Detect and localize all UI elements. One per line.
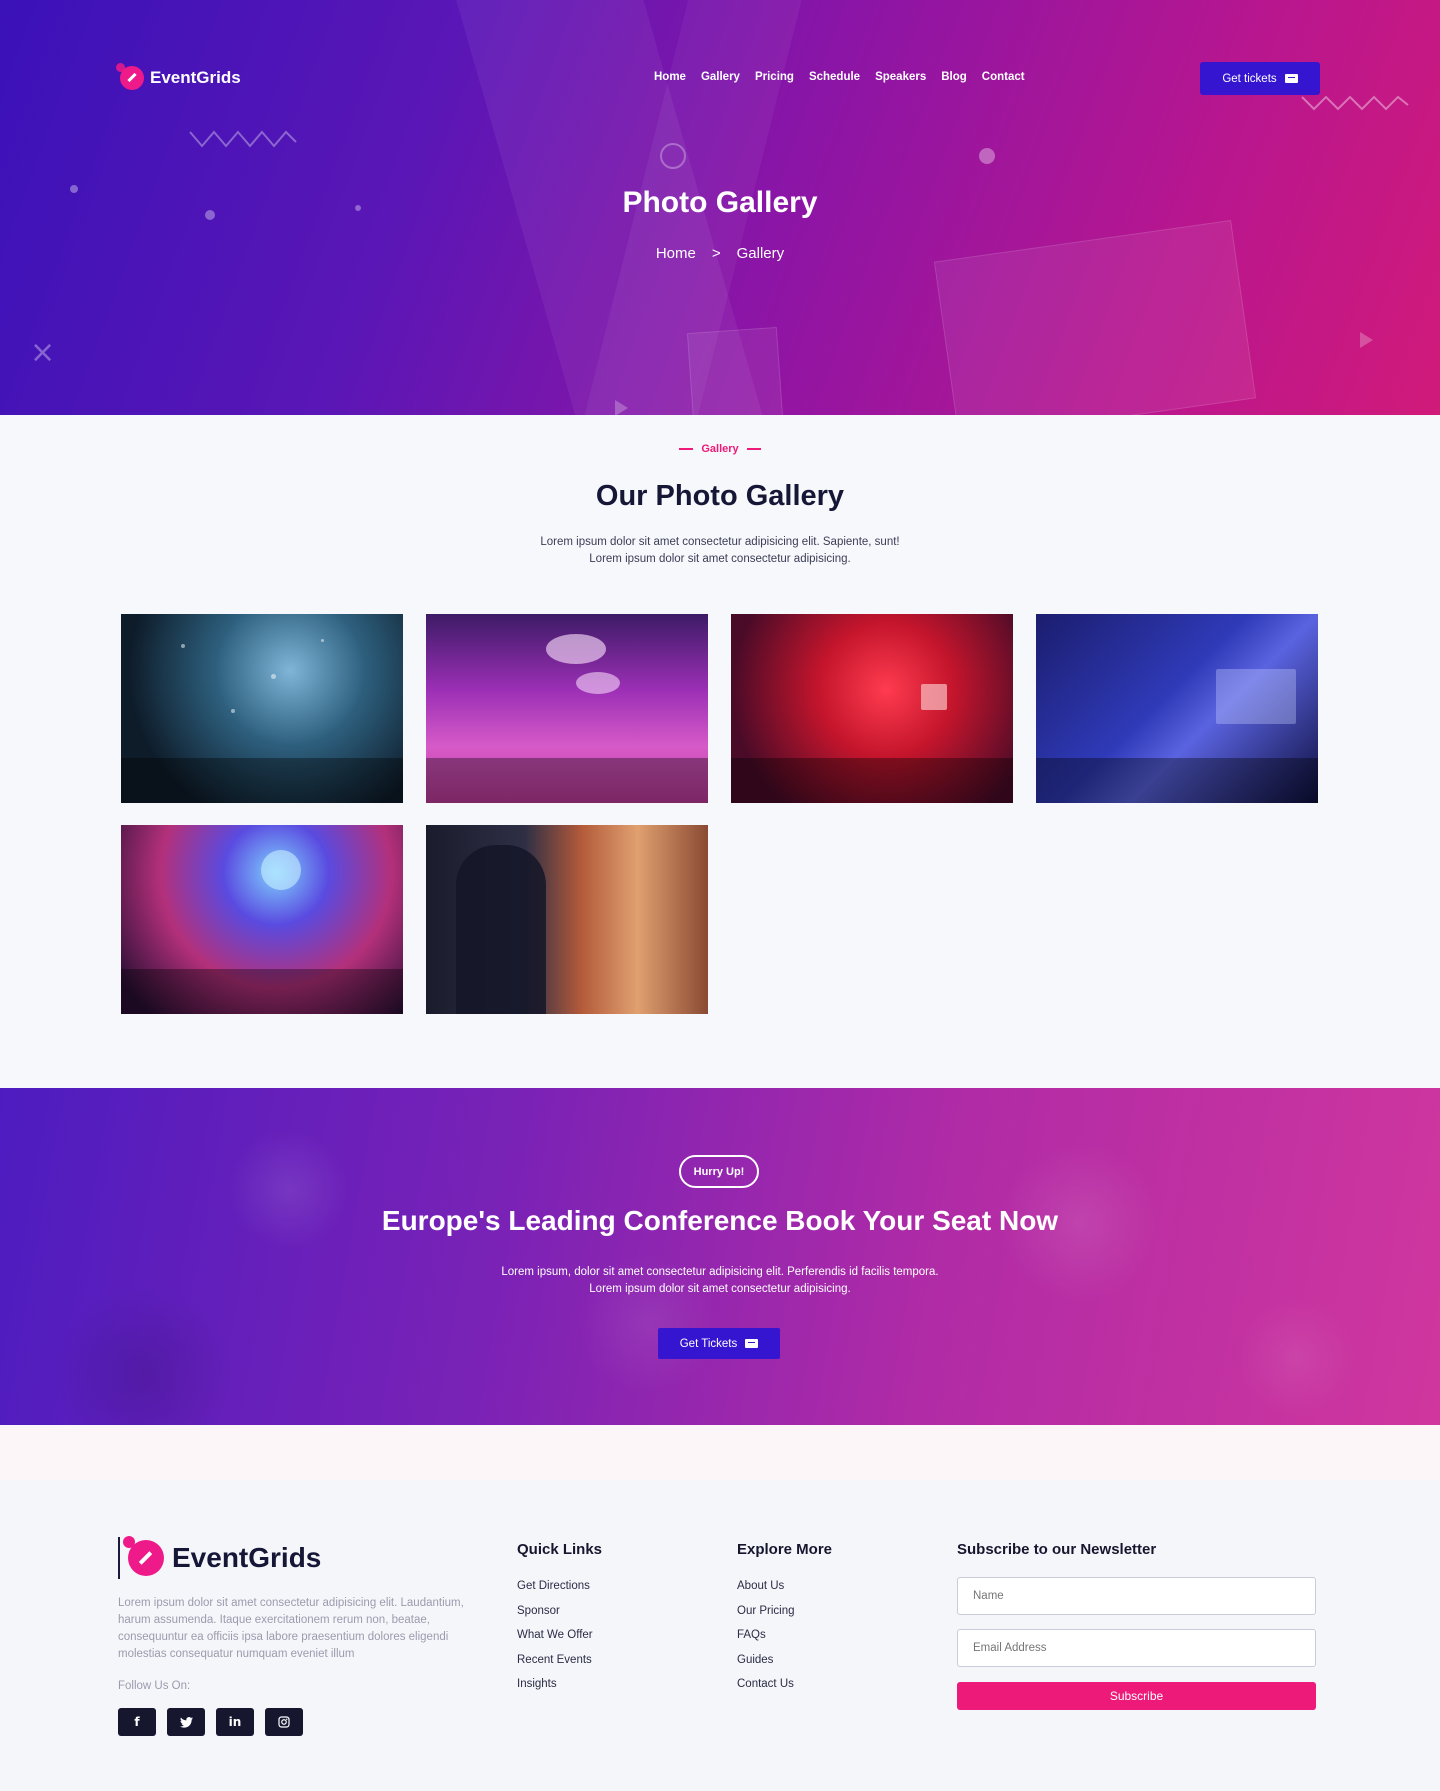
explore-more-title: Explore More — [737, 1541, 833, 1558]
section-spacer — [0, 1425, 1440, 1480]
cta-get-tickets-button[interactable]: Get Tickets — [658, 1328, 780, 1359]
logo-divider — [118, 1537, 120, 1579]
ticket-icon — [1284, 74, 1298, 83]
decor-ring — [660, 143, 686, 169]
brand-logo[interactable]: EventGrids — [116, 63, 241, 90]
get-tickets-button[interactable]: Get tickets — [1200, 62, 1320, 95]
close-x-decor-icon: × — [30, 335, 56, 370]
gallery-photo-blue-stage-keynote[interactable] — [1036, 614, 1318, 803]
page: × EventGrids Home Gallery Pricing Schedu… — [0, 0, 1440, 1791]
social-links: f in — [118, 1708, 303, 1736]
nav-contact[interactable]: Contact — [982, 71, 1025, 83]
footer: EventGrids Lorem ipsum dolor sit amet co… — [0, 1480, 1440, 1791]
footer-link-contact-us[interactable]: Contact Us — [737, 1678, 795, 1703]
footer-link-get-directions[interactable]: Get Directions — [517, 1580, 593, 1605]
newsletter-title: Subscribe to our Newsletter — [957, 1541, 1157, 1558]
gallery-description-line: Lorem ipsum dolor sit amet consectetur a… — [589, 553, 851, 565]
cta-title: Europe's Leading Conference Book Your Se… — [381, 1205, 1059, 1236]
nav-home[interactable]: Home — [654, 71, 686, 83]
gallery-photo-party-crowd-lights[interactable] — [121, 825, 403, 1014]
tag-line-right — [746, 448, 761, 451]
gallery-description: Lorem ipsum dolor sit amet consectetur a… — [0, 534, 1440, 568]
footer-logo[interactable]: EventGrids — [118, 1536, 322, 1579]
nav-blog[interactable]: Blog — [941, 71, 967, 83]
get-tickets-label: Get tickets — [1222, 72, 1277, 85]
stage-screen — [686, 326, 784, 415]
follow-label: Follow Us On: — [118, 1680, 191, 1692]
section-tag-label: Gallery — [701, 443, 739, 455]
tag-line-left — [679, 448, 694, 451]
footer-link-faqs[interactable]: FAQs — [737, 1629, 795, 1654]
zigzag-decor-icon — [189, 130, 297, 148]
cta-description: Lorem ipsum, dolor sit amet consectetur … — [0, 1264, 1440, 1298]
footer-about-text: Lorem ipsum dolor sit amet consectetur a… — [118, 1597, 464, 1660]
breadcrumb-home[interactable]: Home — [656, 245, 696, 262]
footer-brand-name: EventGrids — [172, 1542, 322, 1573]
newsletter-email-field[interactable] — [957, 1629, 1316, 1667]
quick-links-title: Quick Links — [517, 1541, 603, 1558]
cta-button-label: Get Tickets — [679, 1337, 738, 1350]
nav-pricing[interactable]: Pricing — [755, 71, 794, 83]
top-navigation: EventGrids Home Gallery Pricing Schedule… — [116, 58, 1320, 98]
nav-speakers[interactable]: Speakers — [875, 71, 926, 83]
logo-mark-icon — [116, 63, 144, 90]
breadcrumb: Home > Gallery — [0, 245, 1440, 262]
page-title: Photo Gallery — [622, 186, 818, 219]
nav-gallery[interactable]: Gallery — [701, 71, 740, 83]
footer-link-about-us[interactable]: About Us — [737, 1580, 795, 1605]
hurry-up-badge: Hurry Up! — [679, 1155, 759, 1188]
footer-link-sponsor[interactable]: Sponsor — [517, 1605, 593, 1630]
ticket-icon — [745, 1339, 759, 1348]
gallery-photo-purple-conference-hall[interactable] — [426, 614, 708, 803]
main-menu: Home Gallery Pricing Schedule Speakers B… — [654, 71, 1025, 83]
brand-name: EventGrids — [150, 68, 241, 87]
breadcrumb-separator: > — [711, 245, 721, 262]
newsletter-name-field[interactable] — [957, 1577, 1316, 1615]
section-tag: Gallery — [0, 443, 1440, 455]
gallery-title: Our Photo Gallery — [595, 480, 845, 512]
instagram-icon[interactable] — [265, 1708, 303, 1736]
twitter-icon[interactable] — [167, 1708, 205, 1736]
quick-links-list: Get Directions Sponsor What We Offer Rec… — [517, 1580, 593, 1703]
gallery-photo-confetti-concert[interactable] — [121, 614, 403, 803]
gallery-photo-red-stage-event[interactable] — [731, 614, 1013, 803]
linkedin-icon[interactable]: in — [216, 1708, 254, 1736]
footer-link-recent-events[interactable]: Recent Events — [517, 1654, 593, 1679]
hero-banner: × EventGrids Home Gallery Pricing Schedu… — [0, 0, 1440, 415]
facebook-icon[interactable]: f — [118, 1708, 156, 1736]
subscribe-button[interactable]: Subscribe — [957, 1682, 1316, 1710]
gallery-photo-speaker-audience[interactable] — [426, 825, 708, 1014]
decor-dot — [979, 148, 995, 164]
gallery-description-line: Lorem ipsum dolor sit amet consectetur a… — [540, 536, 900, 548]
footer-link-guides[interactable]: Guides — [737, 1654, 795, 1679]
cta-banner: Hurry Up! Europe's Leading Conference Bo… — [0, 1088, 1440, 1425]
logo-mark-icon — [123, 1536, 164, 1576]
crowd-background — [0, 1088, 1440, 1425]
footer-link-what-we-offer[interactable]: What We Offer — [517, 1629, 593, 1654]
cta-description-line: Lorem ipsum, dolor sit amet consectetur … — [501, 1266, 939, 1278]
play-triangle-decor-icon — [615, 400, 628, 415]
footer-link-our-pricing[interactable]: Our Pricing — [737, 1605, 795, 1630]
cta-description-line: Lorem ipsum dolor sit amet consectetur a… — [589, 1283, 851, 1295]
nav-schedule[interactable]: Schedule — [809, 71, 860, 83]
play-triangle-decor-icon — [1360, 332, 1373, 348]
explore-more-list: About Us Our Pricing FAQs Guides Contact… — [737, 1580, 795, 1703]
footer-link-insights[interactable]: Insights — [517, 1678, 593, 1703]
breadcrumb-current: Gallery — [736, 245, 785, 262]
